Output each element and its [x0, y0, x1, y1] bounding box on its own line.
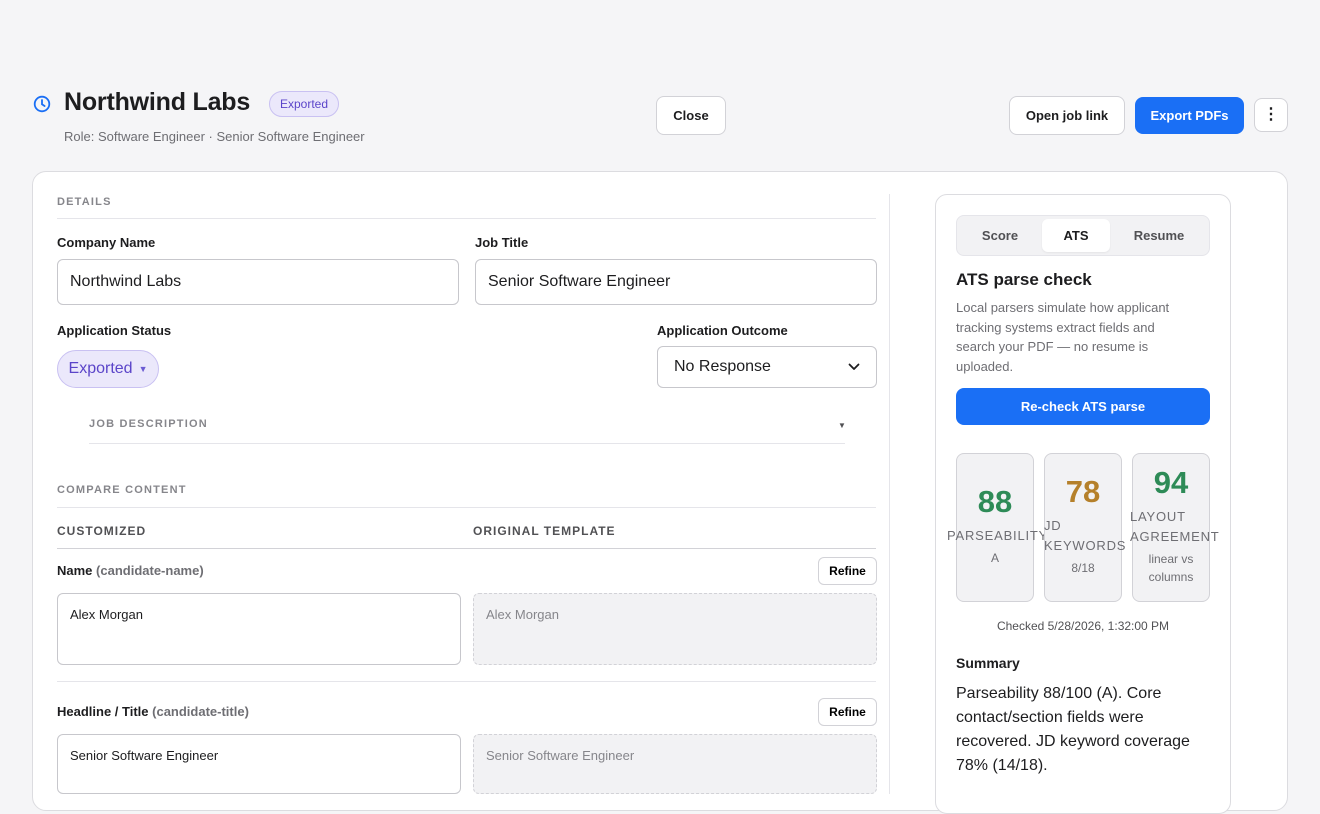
- original-template-column-header: ORIGINAL TEMPLATE: [473, 524, 616, 538]
- field-name: Headline / Title: [57, 704, 149, 719]
- column-divider: [889, 194, 890, 794]
- company-name-input[interactable]: Northwind Labs: [57, 259, 459, 305]
- customized-textarea[interactable]: Alex Morgan: [57, 593, 461, 665]
- tab-score[interactable]: Score: [960, 219, 1040, 252]
- customized-textarea[interactable]: Senior Software Engineer: [57, 734, 461, 794]
- field-name: Name: [57, 563, 93, 578]
- ats-panel-description: Local parsers simulate how applicant tra…: [956, 300, 1170, 374]
- more-options-button[interactable]: ⋮: [1254, 98, 1288, 132]
- ats-panel-title: ATS parse check: [956, 270, 1092, 289]
- close-button[interactable]: Close: [656, 96, 726, 135]
- customized-column-header: CUSTOMIZED: [57, 524, 147, 538]
- layout-agreement-score: 94: [1153, 465, 1189, 500]
- tab-ats[interactable]: ATS: [1042, 219, 1110, 252]
- tab-resume[interactable]: Resume: [1112, 219, 1206, 252]
- recheck-ats-button[interactable]: Re-check ATS parse: [956, 388, 1210, 425]
- jd-keywords-label: JD KEYWORDS: [1044, 518, 1127, 553]
- job-description-toggle[interactable]: JOB DESCRIPTION: [89, 418, 208, 430]
- role-subtitle: Role: Software Engineer · Senior Softwar…: [64, 129, 365, 144]
- parseability-label: PARSEABILITY: [947, 528, 1049, 543]
- application-outcome-select[interactable]: No Response: [657, 346, 877, 388]
- divider: [57, 681, 876, 682]
- divider: [89, 443, 845, 444]
- application-status-label: Application Status: [57, 323, 172, 338]
- summary-heading: Summary: [956, 655, 1020, 671]
- parseability-score: 88: [977, 484, 1013, 519]
- status-badge: Exported: [269, 91, 340, 117]
- layout-agreement-label: LAYOUT AGREEMENT: [1130, 509, 1220, 544]
- chevron-down-icon: [848, 363, 860, 370]
- field-key: (candidate-name): [96, 563, 204, 578]
- caret-down-icon: ▼: [138, 364, 148, 374]
- jd-keywords-score: 78: [1065, 474, 1101, 509]
- job-title-label: Job Title: [475, 235, 529, 250]
- layout-agreement-sub: linear vs columns: [1148, 552, 1194, 584]
- status-value: Exported: [68, 360, 133, 377]
- application-status-dropdown[interactable]: Exported ▼: [57, 350, 159, 388]
- original-template-textarea: Alex Morgan: [473, 593, 877, 665]
- compare-content-section-label: COMPARE CONTENT: [57, 484, 187, 496]
- divider: [57, 218, 876, 219]
- field-key: (candidate-title): [152, 704, 249, 719]
- details-section-label: DETAILS: [57, 196, 112, 208]
- export-pdfs-button[interactable]: Export PDFs: [1135, 97, 1244, 134]
- job-title-input[interactable]: Senior Software Engineer: [475, 259, 877, 305]
- original-template-textarea: Senior Software Engineer: [473, 734, 877, 794]
- checked-timestamp: Checked 5/28/2026, 1:32:00 PM: [996, 619, 1170, 633]
- expand-caret-icon[interactable]: ▼: [838, 421, 846, 430]
- summary-text: Parseability 88/100 (A). Core contact/se…: [956, 685, 1190, 774]
- field-row-label: Headline / Title (candidate-title): [57, 704, 249, 719]
- open-job-link-button[interactable]: Open job link: [1009, 96, 1125, 135]
- divider: [57, 507, 876, 508]
- company-name-label: Company Name: [57, 235, 156, 250]
- field-row-label: Name (candidate-name): [57, 563, 204, 578]
- refine-button[interactable]: Refine: [818, 698, 877, 726]
- refine-button[interactable]: Refine: [818, 557, 877, 585]
- application-outcome-label: Application Outcome: [657, 323, 788, 338]
- divider: [57, 548, 876, 549]
- page-title: Northwind Labs: [64, 88, 251, 116]
- parseability-grade: A: [990, 551, 999, 565]
- history-clock-icon: [33, 95, 51, 113]
- more-vertical-icon: ⋮: [1263, 106, 1279, 123]
- jd-keywords-count: 8/18: [1071, 561, 1095, 575]
- outcome-value: No Response: [674, 358, 771, 375]
